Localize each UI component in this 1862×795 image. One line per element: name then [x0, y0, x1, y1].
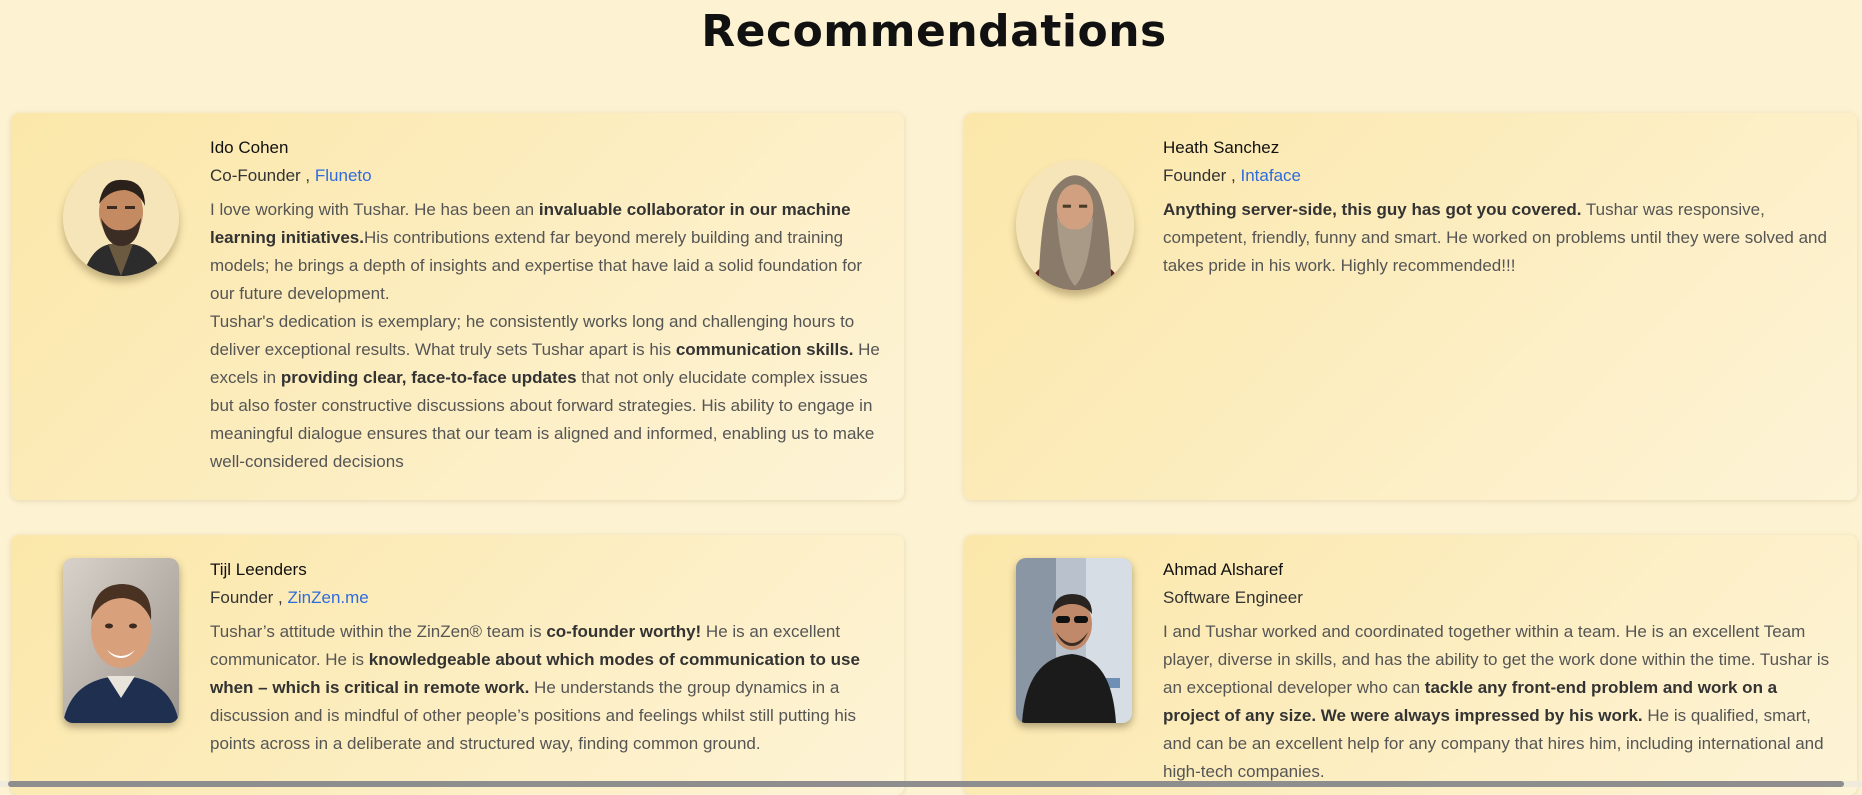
avatar: [63, 160, 179, 276]
scrollbar-thumb[interactable]: [8, 781, 1844, 787]
text-run: Tushar’s attitude within the ZinZen® tea…: [210, 622, 547, 641]
section-title: Recommendations: [701, 6, 1167, 57]
highlighted-text: co-founder worthy!: [546, 622, 702, 641]
recommendation-card: Ahmad Alsharef Software Engineer I and T…: [964, 535, 1857, 795]
recommendation-card: Heath Sanchez Founder , Intaface Anythin…: [964, 113, 1857, 500]
text-run: I love working with Tushar. He has been …: [210, 200, 539, 219]
role-label: Co-Founder ,: [210, 166, 315, 185]
recommender-role: Co-Founder , Fluneto: [210, 165, 884, 187]
recommendation-text: Tushar’s attitude within the ZinZen® tea…: [210, 618, 884, 758]
company-link[interactable]: ZinZen.me: [288, 588, 369, 607]
role-label: Founder ,: [210, 588, 288, 607]
highlighted-text: providing clear, face-to-face updates: [280, 368, 577, 387]
long-haired-man-photo-icon: [1016, 160, 1134, 290]
role-label: Software Engineer: [1163, 588, 1303, 607]
recommender-name: Ahmad Alsharef: [1163, 560, 1284, 579]
man-with-sunglasses-photo-icon: [1016, 558, 1132, 723]
company-link[interactable]: Intaface: [1241, 166, 1302, 185]
recommendation-text: Anything server-side, this guy has got y…: [1163, 196, 1837, 280]
smiling-man-photo-icon: [63, 558, 179, 723]
role-label: Founder ,: [1163, 166, 1241, 185]
recommender-role: Founder , ZinZen.me: [210, 587, 884, 609]
horizontal-scrollbar[interactable]: [0, 781, 1862, 787]
recommender-name: Heath Sanchez: [1163, 138, 1280, 157]
avatar: [1016, 160, 1134, 290]
recommendation-text: I and Tushar worked and coordinated toge…: [1163, 618, 1837, 786]
recommender-name: Tijl Leenders: [210, 560, 307, 579]
company-link[interactable]: Fluneto: [315, 166, 372, 185]
highlighted-text: communication skills.: [675, 340, 854, 359]
recommender-role: Founder , Intaface: [1163, 165, 1837, 187]
recommender-role: Software Engineer: [1163, 587, 1837, 609]
avatar: [63, 558, 179, 723]
recommendation-card: Tijl Leenders Founder , ZinZen.me Tushar…: [11, 535, 904, 795]
recommendation-text: I love working with Tushar. He has been …: [210, 196, 884, 476]
recommendation-card: Ido Cohen Co-Founder , Fluneto I love wo…: [11, 113, 904, 500]
avatar: [1016, 558, 1132, 723]
recommender-name: Ido Cohen: [210, 138, 289, 157]
highlighted-text: Anything server-side, this guy has got y…: [1163, 200, 1582, 219]
bearded-man-photo-icon: [63, 160, 179, 276]
